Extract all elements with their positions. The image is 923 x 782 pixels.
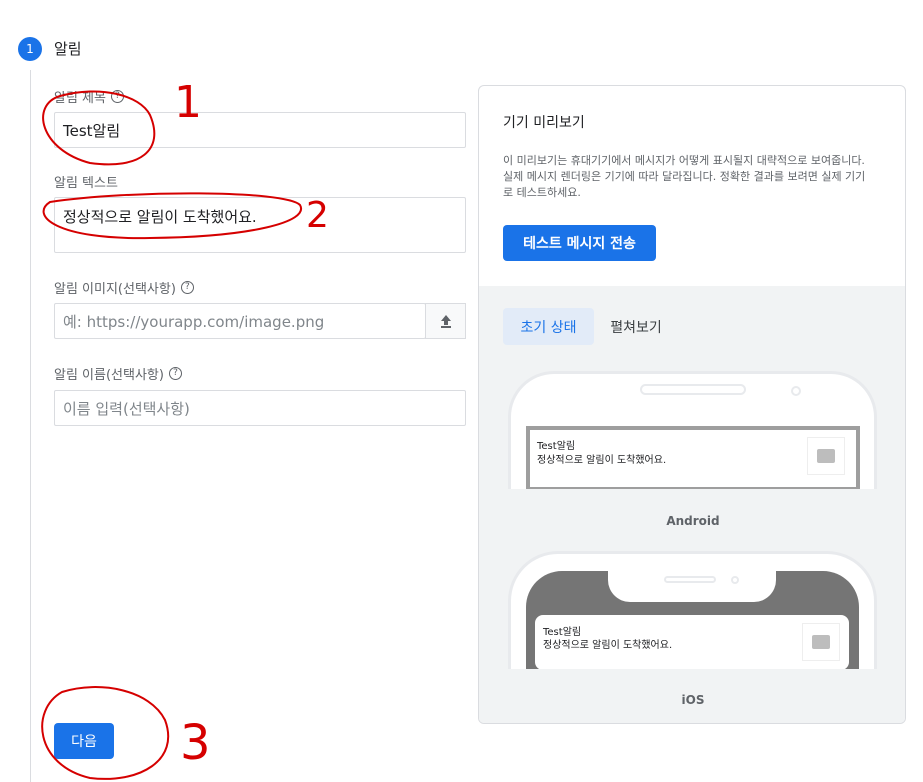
- speaker: [664, 576, 716, 583]
- android-notification: Test알림 정상적으로 알림이 도착했어요.: [530, 430, 856, 487]
- help-icon[interactable]: ?: [168, 367, 182, 380]
- text-label: 알림 텍스트: [54, 176, 118, 191]
- step-title: 알림: [54, 40, 82, 58]
- notification-title: Test알림: [537, 441, 576, 452]
- image-url-input[interactable]: 예: https://yourapp.com/image.png: [54, 303, 426, 339]
- camera: [731, 576, 739, 584]
- tab-initial-state[interactable]: 초기 상태: [503, 308, 594, 345]
- notification-title-input[interactable]: Test알림: [54, 112, 466, 148]
- ios-screen: Test알림 정상적으로 알림이 도착했어요.: [526, 571, 859, 669]
- preview-title: 기기 미리보기: [503, 115, 585, 131]
- notification-name-input[interactable]: 이름 입력(선택사항): [54, 390, 466, 426]
- preview-description: 이 미리보기는 휴대기기에서 메시지가 어떻게 표시될지 대략적으로 보여줍니다…: [503, 154, 866, 199]
- ios-notification: Test알림 정상적으로 알림이 도착했어요.: [535, 615, 849, 669]
- upload-icon: [440, 315, 451, 328]
- camera: [791, 386, 801, 396]
- image-placeholder-icon: [807, 437, 845, 475]
- step-connector-line: [30, 70, 31, 782]
- title-label-row: 알림 제목 ?: [54, 87, 124, 106]
- image-label: 알림 이미지(선택사항): [54, 282, 176, 297]
- send-test-message-button[interactable]: 테스트 메시지 전송: [503, 225, 656, 261]
- notification-text: 정상적으로 알림이 도착했어요.: [543, 640, 673, 651]
- ios-label: iOS: [681, 693, 705, 707]
- tab-expanded[interactable]: 펼쳐보기: [603, 308, 669, 345]
- annotation-number-3: 3: [180, 715, 211, 771]
- next-button[interactable]: 다음: [54, 723, 114, 759]
- android-label: Android: [666, 514, 720, 528]
- name-label-row: 알림 이름(선택사항) ?: [54, 364, 182, 383]
- device-preview-panel: 기기 미리보기 이 미리보기는 휴대기기에서 메시지가 어떻게 표시될지 대략적…: [478, 85, 906, 724]
- help-icon[interactable]: ?: [110, 90, 124, 103]
- android-phone-frame: Test알림 정상적으로 알림이 도착했어요.: [508, 371, 877, 489]
- notification-text: 정상적으로 알림이 도착했어요.: [537, 455, 667, 466]
- speaker: [640, 384, 746, 395]
- upload-button[interactable]: [425, 303, 466, 339]
- ios-phone-frame: Test알림 정상적으로 알림이 도착했어요.: [508, 551, 877, 669]
- notification-text-input[interactable]: 정상적으로 알림이 도착했어요.: [54, 197, 466, 253]
- title-label: 알림 제목: [54, 91, 106, 106]
- image-label-row: 알림 이미지(선택사항) ?: [54, 278, 194, 297]
- name-label: 알림 이름(선택사항): [54, 368, 164, 383]
- ios-notch: [608, 571, 776, 602]
- text-label-row: 알림 텍스트: [54, 172, 118, 191]
- help-icon[interactable]: ?: [180, 281, 194, 294]
- android-screen: Test알림 정상적으로 알림이 도착했어요.: [526, 426, 860, 489]
- image-placeholder-icon: [802, 623, 840, 661]
- step-number-badge: 1: [18, 37, 42, 61]
